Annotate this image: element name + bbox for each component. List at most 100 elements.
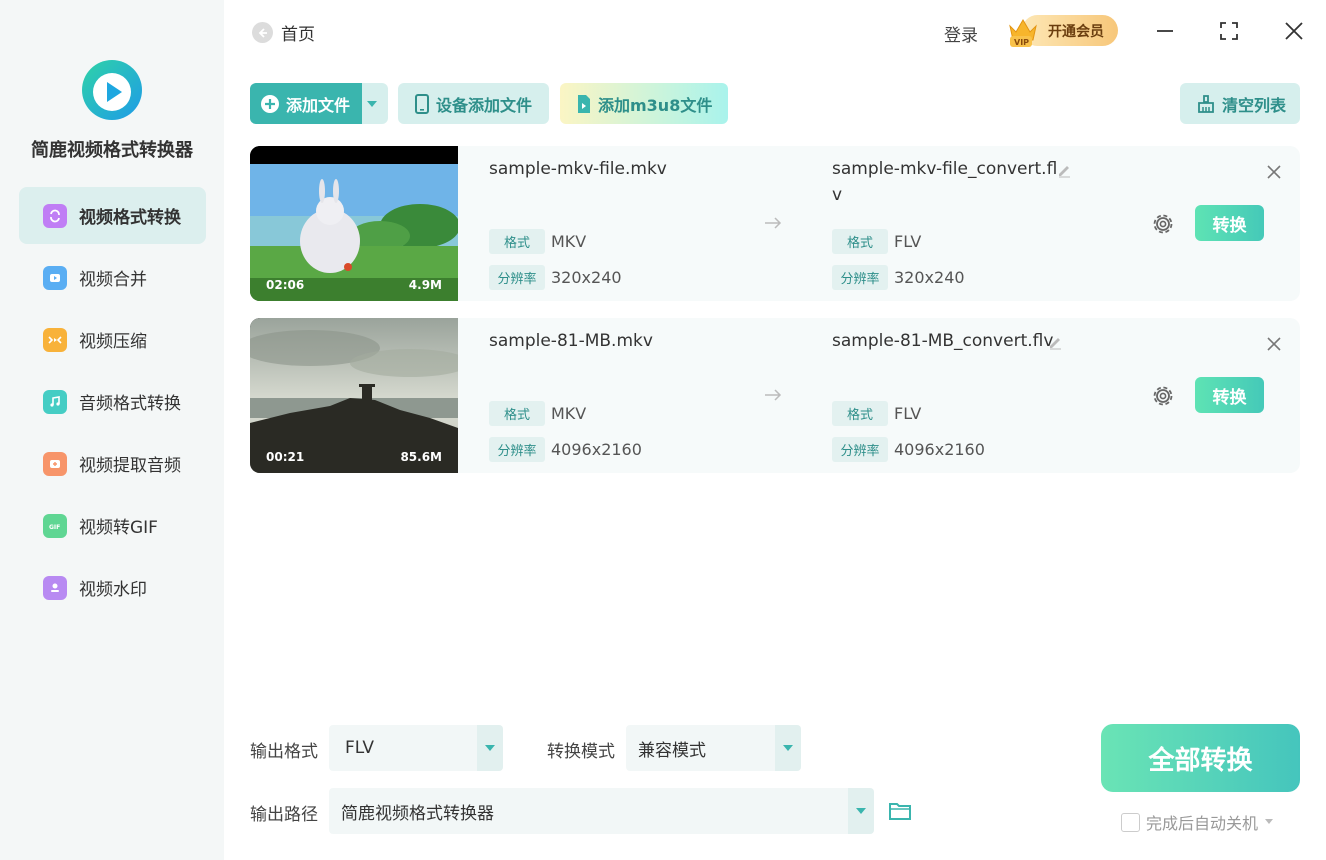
caret-down-icon [477,725,503,771]
gif-icon: GIF [43,513,67,538]
login-button[interactable]: 登录 [944,21,978,46]
add-m3u8-button[interactable]: 添加m3u8文件 [560,83,728,124]
sidebar-item-video-compress[interactable]: 视频压缩 [19,311,206,368]
output-filename-line: sample-81-MB_convert.flv [832,331,1054,351]
maximize-icon [1220,22,1238,40]
app-name: 简鹿视频格式转换器 [31,140,193,161]
clear-list-label: 清空列表 [1222,95,1287,115]
sidebar-item-label: 视频合并 [79,270,147,290]
clear-list-button[interactable]: 清空列表 [1180,83,1300,124]
sidebar-item-label: 视频压缩 [79,332,147,352]
format-tag: 格式 [489,401,545,426]
vip-badge: VIP [1014,38,1029,47]
maximize-button[interactable] [1216,18,1242,44]
plus-circle-icon [261,94,279,113]
sidebar-item-video-convert[interactable]: 视频格式转换 [19,187,206,244]
add-file-button[interactable]: 添加文件 [250,83,362,124]
output-resolution: 320x240 [894,268,965,287]
device-add-label: 设备添加文件 [436,95,533,115]
edit-icon[interactable] [1047,334,1063,350]
vip-button[interactable]: 开通会员 VIP [1006,12,1118,48]
auto-shutdown-checkbox[interactable] [1121,812,1140,832]
sidebar-item-video-merge[interactable]: 视频合并 [19,249,206,306]
sidebar-item-audio-convert[interactable]: 音频格式转换 [19,373,206,430]
format-tag: 格式 [832,229,888,254]
mode-select[interactable]: 兼容模式 [626,725,801,771]
format-tag: 格式 [832,401,888,426]
auto-shutdown-toggle[interactable]: 完成后自动关机 [1121,810,1274,834]
sidebar-item-label: 视频水印 [79,580,147,600]
caret-down-icon [1265,819,1274,824]
resolution-tag: 分辨率 [832,265,888,290]
sidebar-item-label: 视频格式转换 [79,208,181,228]
convert-button[interactable]: 转换 [1195,377,1264,413]
video-thumbnail[interactable]: 02:06 4.9M [250,146,458,301]
caret-down-icon [367,100,377,107]
output-format-select[interactable]: FLV [329,725,503,771]
folder-icon[interactable] [888,799,912,823]
source-filename: sample-81-MB.mkv [489,331,653,351]
output-resolution: 4096x2160 [894,440,985,459]
source-format: MKV [551,404,587,423]
remove-file-icon[interactable] [1266,336,1282,352]
source-filename: sample-mkv-file.mkv [489,159,667,179]
gear-icon[interactable] [1150,211,1176,237]
crown-icon: VIP [1009,19,1037,47]
convert-all-button[interactable]: 全部转换 [1101,724,1300,792]
source-resolution: 320x240 [551,268,622,287]
arrow-right-icon [765,389,782,401]
output-filename-line: sample-mkv-file_convert.fl [832,159,1058,179]
watermark-icon [43,575,67,600]
add-file-dropdown[interactable] [362,83,388,124]
close-icon [1285,22,1303,40]
mode-label: 转换模式 [547,742,615,762]
source-resolution: 4096x2160 [551,440,642,459]
device-add-button[interactable]: 设备添加文件 [398,83,549,124]
merge-icon [43,265,67,290]
sidebar-nav: 视频格式转换 视频合并 视频压缩 音频格式转换 视频提取音频 GIF 视频转GI… [19,187,206,621]
sidebar-item-video-gif[interactable]: GIF 视频转GIF [19,497,206,554]
video-thumbnail[interactable]: 00:21 85.6M [250,318,458,473]
sidebar: 简鹿视频格式转换器 视频格式转换 视频合并 视频压缩 音频格式转换 视频提取音频… [0,0,224,860]
sidebar-item-extract-audio[interactable]: 视频提取音频 [19,435,206,492]
phone-icon [415,93,429,114]
sidebar-item-label: 视频转GIF [79,518,158,538]
output-format: FLV [894,232,922,251]
video-duration: 02:06 [266,278,305,292]
source-format: MKV [551,232,587,251]
output-filename[interactable]: sample-mkv-file_convert.fl v [832,159,1057,205]
close-window-button[interactable] [1281,18,1307,44]
music-icon [43,389,67,414]
home-label: 首页 [281,25,315,45]
video-size: 4.9M [408,278,442,292]
sidebar-item-video-watermark[interactable]: 视频水印 [19,559,206,616]
output-path-select[interactable]: 简鹿视频格式转换器 [329,788,874,834]
gear-icon[interactable] [1150,383,1176,409]
caret-down-icon [775,725,801,771]
file-card: 02:06 4.9M sample-mkv-file.mkv 格式 MKV 分辨… [250,146,1300,301]
resolution-tag: 分辨率 [832,437,888,462]
add-m3u8-label: 添加m3u8文件 [598,95,713,115]
resolution-tag: 分辨率 [489,265,545,290]
convert-icon [43,203,67,228]
file-card: 00:21 85.6M sample-81-MB.mkv 格式 MKV 分辨率 … [250,318,1300,473]
video-size: 85.6M [400,450,442,464]
convert-button[interactable]: 转换 [1195,205,1264,241]
compress-icon [43,327,67,352]
remove-file-icon[interactable] [1266,164,1282,180]
edit-icon[interactable] [1056,162,1072,178]
output-format: FLV [894,404,922,423]
output-filename-line: v [832,185,843,205]
svg-text:GIF: GIF [49,524,60,531]
minimize-button[interactable] [1152,18,1178,44]
output-format-label: 输出格式 [250,742,318,762]
broom-icon [1198,94,1214,113]
caret-down-icon [848,788,874,834]
output-path-value: 简鹿视频格式转换器 [341,803,494,824]
output-filename[interactable]: sample-81-MB_convert.flv [832,331,1053,351]
home-link[interactable]: 首页 [252,20,315,45]
sidebar-item-label: 音频格式转换 [79,394,181,414]
add-file-label: 添加文件 [286,95,351,115]
file-video-icon [578,94,590,113]
minimize-icon [1157,30,1173,32]
